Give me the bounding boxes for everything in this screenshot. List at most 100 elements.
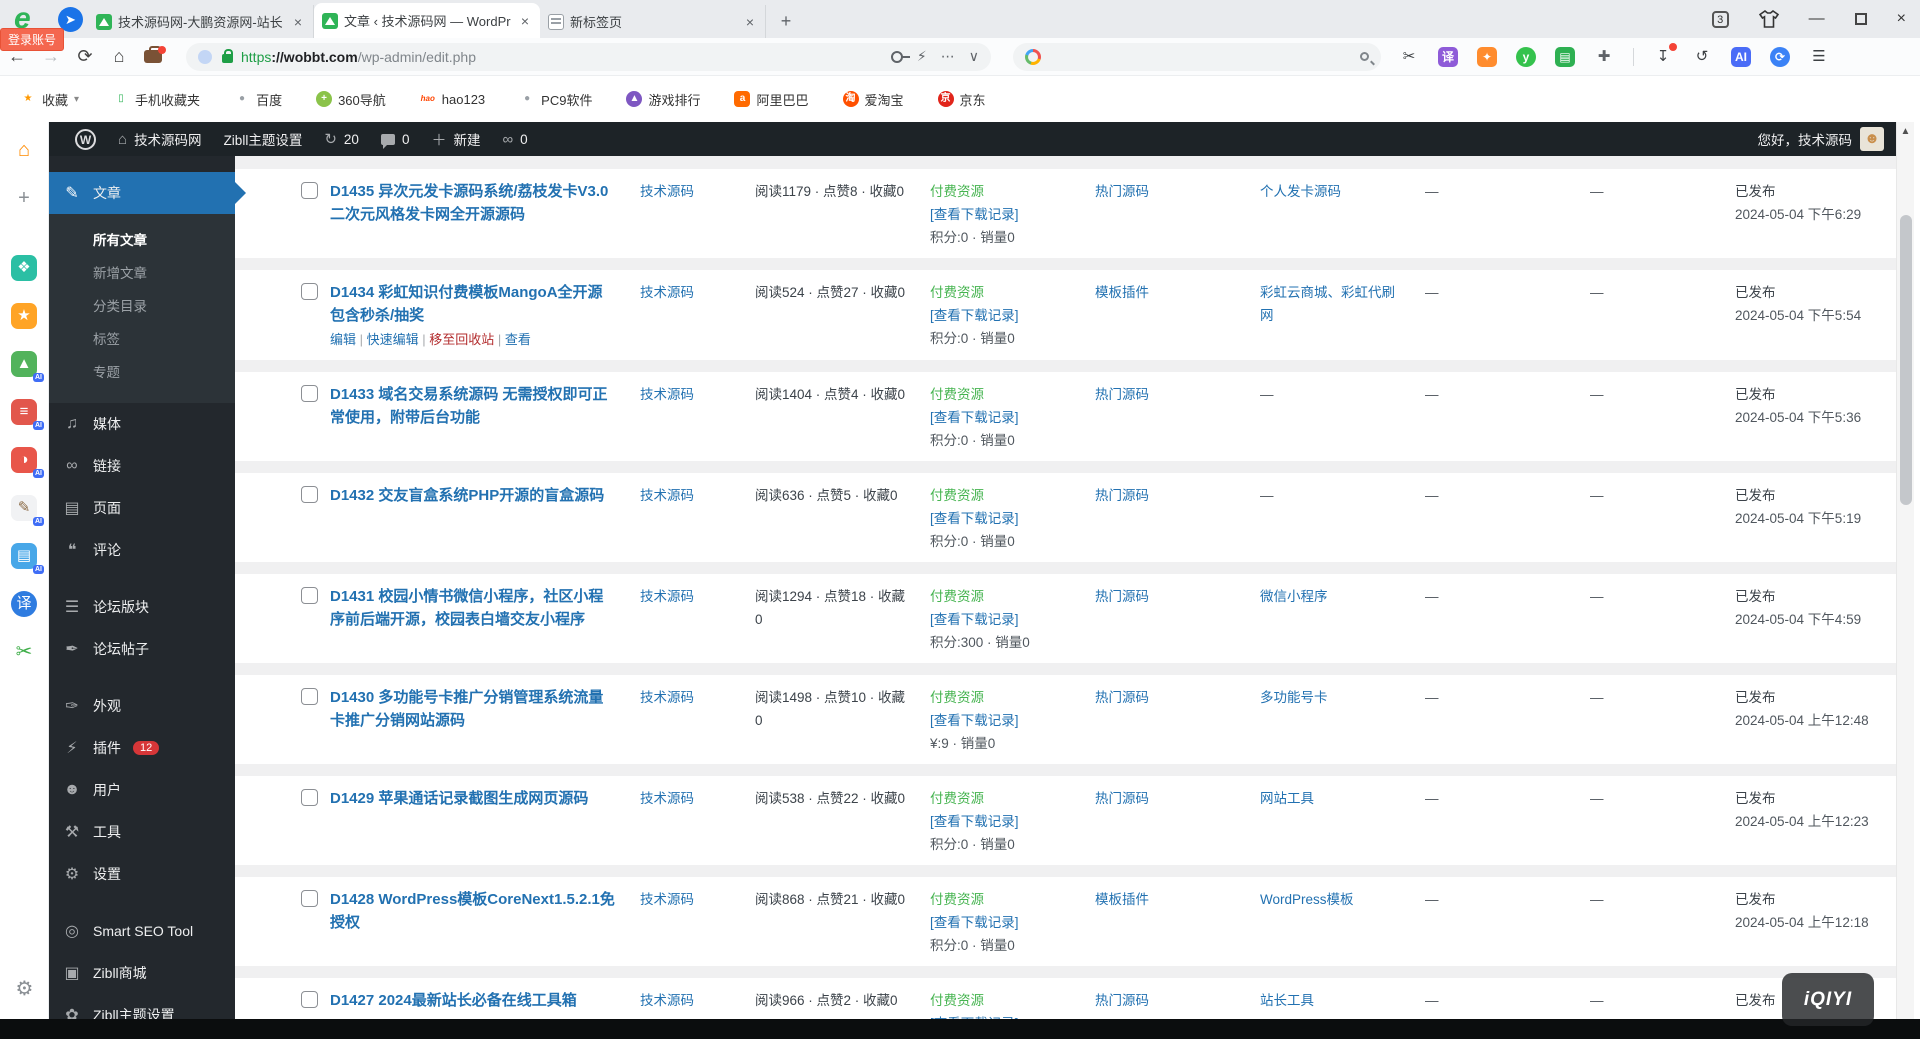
theme-shirt-icon[interactable] — [1759, 10, 1779, 28]
bookmark-item[interactable]: +360导航 — [316, 90, 386, 109]
maximize-button[interactable] — [1855, 13, 1867, 25]
strip-app-scissors[interactable]: ✂ — [0, 628, 48, 676]
scroll-up-arrow[interactable]: ▲ — [1897, 122, 1914, 137]
post-author-link[interactable]: 技术源码 — [640, 488, 694, 503]
bookmark-item[interactable]: ●PC9软件 — [519, 90, 592, 109]
post-checkbox[interactable] — [301, 486, 318, 503]
post-checkbox[interactable] — [301, 283, 318, 300]
post-title-link[interactable]: D1429 苹果通话记录截图生成网页源码 — [330, 787, 616, 810]
strip-app-assistant-ai[interactable]: ◑AI — [0, 436, 48, 484]
refresh-button[interactable]: ⟳ — [68, 46, 102, 67]
workspace-briefcase-icon[interactable] — [144, 50, 162, 63]
strip-app-doc-ai[interactable]: ▤AI — [0, 532, 48, 580]
post-tags-link[interactable]: 个人发卡源码 — [1260, 184, 1341, 199]
extensions-puzzle-icon[interactable]: ✚ — [1594, 47, 1614, 67]
post-title-link[interactable]: D1427 2024最新站长必备在线工具箱 — [330, 989, 616, 1012]
post-author-link[interactable]: 技术源码 — [640, 589, 694, 604]
strip-app-app-grid[interactable]: ❖ — [0, 244, 48, 292]
links-count-menu[interactable]: ∞0 — [502, 131, 527, 148]
sidebar-item-设置[interactable]: ⚙设置 — [49, 853, 235, 895]
strip-app-home[interactable]: ⌂ — [0, 126, 48, 174]
post-checkbox[interactable] — [301, 587, 318, 604]
strip-app-pdf-ai[interactable]: ≡AI — [0, 388, 48, 436]
bookmark-item[interactable]: ●百度 — [234, 90, 282, 109]
password-key-icon[interactable] — [891, 51, 903, 63]
download-records-link[interactable]: [查看下载记录] — [930, 304, 1071, 327]
minimize-button[interactable]: — — [1809, 10, 1825, 28]
browser-tab[interactable]: 文章 ‹ 技术源码网 — WordPr× — [314, 3, 540, 38]
strip-app-add-app[interactable]: + — [0, 174, 48, 222]
post-title-link[interactable]: D1434 彩虹知识付费模板MangoA全开源包含秒杀/抽奖 — [330, 281, 616, 327]
bookmark-item[interactable]: 淘爱淘宝 — [843, 90, 904, 109]
post-category-link[interactable]: 热门源码 — [1095, 690, 1149, 705]
screenshot-scissors-icon[interactable]: ✂ — [1399, 47, 1419, 67]
history-undo-icon[interactable]: ↺ — [1692, 47, 1712, 67]
address-dropdown-chevron[interactable]: ∨ — [969, 48, 979, 65]
reading-book-icon[interactable]: ▤ — [1555, 47, 1575, 67]
post-checkbox[interactable] — [301, 991, 318, 1008]
post-title-link[interactable]: D1433 域名交易系统源码 无需授权即可正常使用，附带后台功能 — [330, 383, 616, 429]
post-category-link[interactable]: 热门源码 — [1095, 993, 1149, 1008]
sync-icon[interactable]: ⟳ — [1770, 47, 1790, 67]
sidebar-item-页面[interactable]: ▤页面 — [49, 487, 235, 529]
download-records-link[interactable]: [查看下载记录] — [930, 709, 1071, 732]
sidebar-item-链接[interactable]: ∞链接 — [49, 445, 235, 487]
post-title-link[interactable]: D1428 WordPress模板CoreNext1.5.2.1免授权 — [330, 888, 616, 934]
post-category-link[interactable]: 热门源码 — [1095, 387, 1149, 402]
speed-bolt-icon[interactable]: ⚡ — [917, 48, 927, 65]
tab-count-badge[interactable]: 3 — [1712, 11, 1729, 28]
post-checkbox[interactable] — [301, 385, 318, 402]
post-checkbox[interactable] — [301, 789, 318, 806]
post-category-link[interactable]: 模板插件 — [1095, 285, 1149, 300]
post-tags-link[interactable]: 多功能号卡 — [1260, 690, 1328, 705]
bookmark-item[interactable]: ▲游戏排行 — [626, 90, 700, 109]
strip-app-favorites-star[interactable]: ★ — [0, 292, 48, 340]
post-title-link[interactable]: D1432 交友盲盒系统PHP开源的盲盒源码 — [330, 484, 616, 507]
post-category-link[interactable]: 热门源码 — [1095, 488, 1149, 503]
bookmark-item[interactable]: ★收藏▾ — [20, 90, 79, 109]
row-action-link[interactable]: 查看 — [505, 332, 531, 347]
zibll-theme-settings-menu[interactable]: Zibll主题设置 — [224, 129, 303, 149]
sidebar-item-外观[interactable]: ✑外观 — [49, 685, 235, 727]
bookmark-item[interactable]: haohao123 — [420, 91, 485, 107]
comments-menu[interactable]: 0 — [381, 132, 410, 147]
sidebar-item-Smart SEO Tool[interactable]: ◎Smart SEO Tool — [49, 910, 235, 952]
tab-close-icon[interactable]: × — [518, 13, 532, 29]
download-records-link[interactable]: [查看下载记录] — [930, 507, 1071, 530]
tab-close-icon[interactable]: × — [743, 14, 757, 30]
howdy-account-menu[interactable]: 您好，技术源码 — [1758, 129, 1853, 149]
submenu-item-标签[interactable]: 标签 — [49, 323, 235, 356]
more-options-icon[interactable]: ⋯ — [941, 48, 955, 65]
login-account-badge[interactable]: 登录账号 — [0, 28, 64, 51]
sidebar-item-评论[interactable]: ❝评论 — [49, 529, 235, 571]
submenu-item-专题[interactable]: 专题 — [49, 356, 235, 389]
post-author-link[interactable]: 技术源码 — [640, 285, 694, 300]
post-category-link[interactable]: 热门源码 — [1095, 791, 1149, 806]
ssl-lock-icon[interactable] — [222, 54, 233, 63]
sidebar-item-论坛版块[interactable]: ☰论坛版块 — [49, 586, 235, 628]
post-checkbox[interactable] — [301, 688, 318, 705]
strip-app-translate[interactable]: 译 — [0, 580, 48, 628]
sidebar-item-插件[interactable]: ⚡插件12 — [49, 727, 235, 769]
row-action-link[interactable]: 快速编辑 — [367, 332, 419, 347]
post-author-link[interactable]: 技术源码 — [640, 387, 694, 402]
post-category-link[interactable]: 热门源码 — [1095, 184, 1149, 199]
home-button[interactable]: ⌂ — [102, 46, 136, 67]
post-author-link[interactable]: 技术源码 — [640, 184, 694, 199]
downloads-icon[interactable]: ↧ — [1653, 47, 1673, 67]
new-content-menu[interactable]: ＋新建 — [431, 129, 480, 150]
tab-close-icon[interactable]: × — [291, 14, 305, 30]
post-category-link[interactable]: 模板插件 — [1095, 892, 1149, 907]
reader-mode-icon[interactable] — [198, 50, 212, 64]
post-tags-link[interactable]: 网站工具 — [1260, 791, 1314, 806]
post-title-link[interactable]: D1435 异次元发卡源码系统/荔枝发卡V3.0二次元风格发卡网全开源源码 — [330, 180, 616, 226]
post-author-link[interactable]: 技术源码 — [640, 993, 694, 1008]
download-records-link[interactable]: [查看下载记录] — [930, 203, 1071, 226]
post-tags-link[interactable]: 彩虹云商城、彩虹代刷网 — [1260, 285, 1395, 323]
new-tab-button[interactable]: + — [772, 7, 800, 35]
page-scrollbar[interactable]: ▲ — [1896, 122, 1914, 1039]
translate-icon[interactable]: 译 — [1438, 47, 1458, 67]
site-menu[interactable]: ⌂技术源码网 — [118, 129, 202, 149]
post-author-link[interactable]: 技术源码 — [640, 791, 694, 806]
row-action-link[interactable]: 编辑 — [330, 332, 356, 347]
